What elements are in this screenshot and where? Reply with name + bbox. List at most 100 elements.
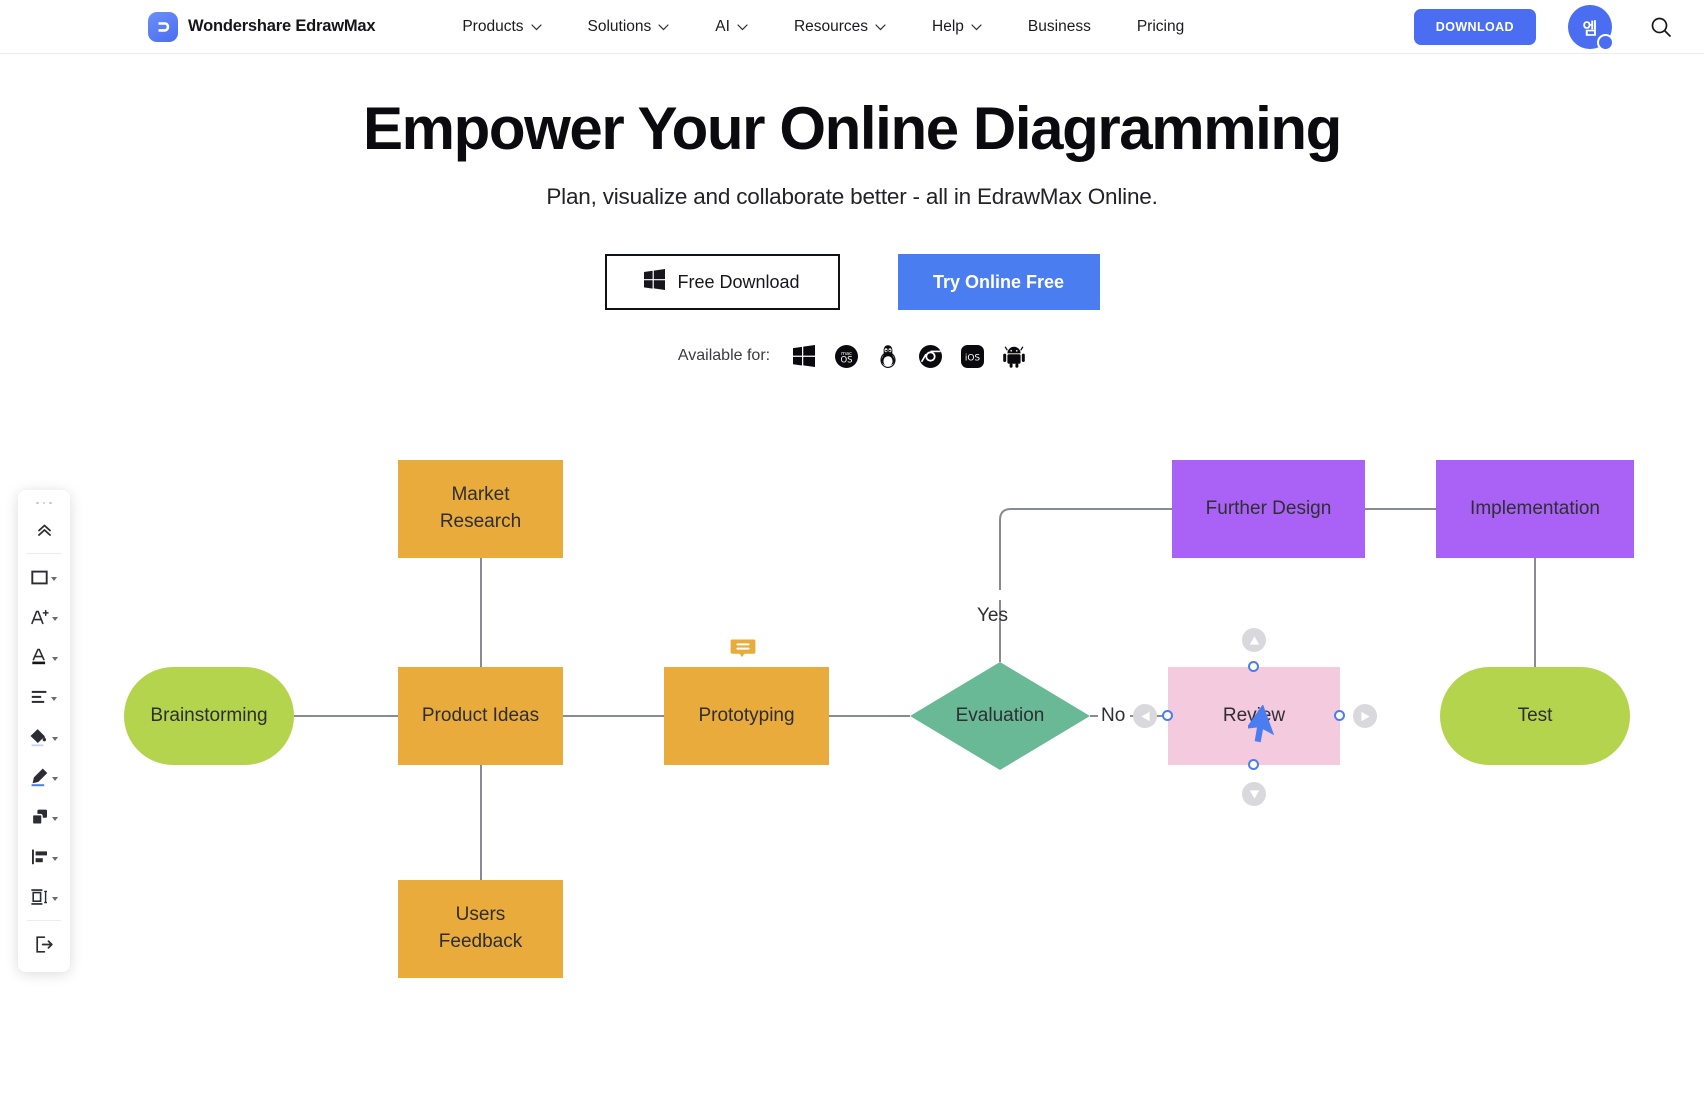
edraw-logo-icon (148, 11, 178, 42)
diagram-node-brainstorming[interactable]: Brainstorming (124, 667, 294, 765)
chevron-down-icon (875, 24, 886, 31)
node-label: Brainstorming (150, 704, 268, 726)
nav-label: Products (462, 17, 524, 35)
floating-format-toolbar[interactable] (18, 490, 70, 972)
nav-label: Help (932, 17, 964, 35)
drag-dot (42, 501, 46, 505)
edge-label-yes: Yes (977, 605, 1008, 626)
chevron-down-icon (658, 24, 669, 31)
diagram-node-users-feedback[interactable]: Users Feedback (398, 880, 563, 978)
linux-icon[interactable] (876, 344, 900, 368)
macos-icon[interactable]: mac OS (834, 344, 858, 368)
chevron-down-icon (51, 657, 58, 661)
free-download-button[interactable]: Free Download (604, 254, 840, 310)
node-label: Review (1222, 704, 1286, 726)
nav-label: Resources (793, 17, 869, 35)
header-actions: DOWNLOAD 엠 (1413, 4, 1674, 51)
selection-handle-bottom[interactable] (1248, 759, 1259, 770)
avatar-status-badge (1597, 33, 1614, 51)
line-style-icon[interactable] (21, 757, 67, 797)
diagram-node-test[interactable]: Test (1440, 667, 1630, 765)
text-align-icon[interactable] (21, 677, 67, 717)
quick-add-arrow-up[interactable] (1242, 628, 1266, 652)
font-color-icon[interactable] (21, 637, 67, 677)
diagram-node-evaluation[interactable]: Evaluation (910, 662, 1090, 770)
quick-add-arrow-right[interactable] (1353, 704, 1377, 728)
chevron-down-icon (51, 577, 57, 581)
toolbar-divider (27, 920, 61, 921)
toolbar-divider (27, 553, 61, 554)
download-button[interactable]: DOWNLOAD (1413, 8, 1536, 45)
node-label: Implementation (1470, 497, 1600, 519)
chevron-down-icon (971, 24, 982, 31)
chevron-down-icon (52, 897, 58, 901)
export-icon[interactable] (21, 924, 67, 964)
quick-add-arrow-down[interactable] (1242, 782, 1266, 806)
fill-color-icon[interactable] (21, 717, 67, 757)
collapse-chevron-up-icon[interactable] (21, 510, 67, 550)
selection-handle-top[interactable] (1248, 661, 1259, 672)
free-download-label: Free Download (677, 271, 800, 292)
ios-icon[interactable]: iOS (960, 344, 984, 368)
nav-label: AI (715, 17, 730, 35)
android-icon[interactable] (1002, 344, 1026, 368)
comment-note-icon[interactable] (730, 638, 756, 659)
selection-handle-left[interactable] (1162, 710, 1173, 721)
try-online-free-button[interactable]: Try Online Free (897, 254, 1100, 310)
main-nav: Products Solutions AI Resources Help Bus… (439, 0, 1207, 54)
chevron-down-icon (52, 737, 58, 741)
node-label: Test (1517, 704, 1553, 726)
node-label: Users Feedback (438, 904, 523, 952)
align-objects-icon[interactable] (21, 837, 67, 877)
available-platforms: Available for: mac OS iOS (0, 344, 1704, 368)
chevron-down-icon (51, 817, 58, 821)
nav-label: Solutions (587, 17, 652, 35)
nav-label: Pricing (1136, 17, 1185, 35)
hero-subtitle: Plan, visualize and collaborate better -… (546, 184, 1158, 209)
node-label: Evaluation (955, 704, 1045, 726)
nav-item-help[interactable]: Help (909, 0, 1005, 54)
spacing-icon[interactable] (21, 877, 67, 917)
chrome-icon[interactable] (918, 344, 942, 368)
nav-item-business[interactable]: Business (1005, 0, 1114, 54)
arrange-layers-icon[interactable] (21, 797, 67, 837)
brand-name: Wondershare EdrawMax (188, 17, 376, 35)
windows-icon[interactable] (792, 344, 816, 368)
diagram-node-product-ideas[interactable]: Product Ideas (398, 667, 563, 765)
site-header: Wondershare EdrawMax Products Solutions … (0, 0, 1704, 54)
search-icon[interactable] (1648, 14, 1674, 40)
node-label: Product Ideas (421, 704, 540, 726)
chevron-down-icon (530, 24, 542, 31)
node-label: Market Research (439, 484, 522, 532)
avatar[interactable]: 엠 (1568, 4, 1614, 51)
chevron-down-icon (52, 777, 58, 781)
diagram-node-implementation[interactable]: Implementation (1436, 460, 1634, 558)
quick-add-arrow-left[interactable] (1133, 704, 1157, 728)
hero-section: Empower Your Online Diagramming Plan, vi… (0, 54, 1704, 368)
diagram-canvas[interactable]: Brainstorming Market Research Product Id… (0, 440, 1704, 1115)
diagram-node-further-design[interactable]: Further Design (1172, 460, 1365, 558)
chevron-down-icon (51, 697, 57, 701)
shape-style-icon[interactable] (21, 557, 67, 597)
chevron-down-icon (51, 617, 58, 621)
nav-item-solutions[interactable]: Solutions (565, 0, 693, 54)
nav-item-products[interactable]: Products (439, 0, 564, 54)
diagram-node-prototyping[interactable]: Prototyping (664, 667, 829, 765)
node-label: Prototyping (698, 704, 795, 726)
page-title: Empower Your Online Diagramming (363, 95, 1342, 162)
diagram-node-review[interactable]: Review (1168, 667, 1340, 765)
diagram-node-market-research[interactable]: Market Research (398, 460, 563, 558)
cta-row: Free Download Try Online Free (0, 254, 1704, 310)
nav-item-resources[interactable]: Resources (771, 0, 909, 54)
drag-dot (49, 501, 52, 505)
nav-item-pricing[interactable]: Pricing (1114, 0, 1207, 54)
chevron-down-icon (51, 857, 58, 861)
toolbar-drag-handle[interactable] (18, 496, 70, 510)
selection-handle-right[interactable] (1334, 710, 1345, 721)
node-label: Further Design (1205, 497, 1332, 519)
font-size-icon[interactable] (21, 597, 67, 637)
nav-item-ai[interactable]: AI (692, 0, 771, 54)
edge-label-no: No (1098, 705, 1129, 727)
brand-logo-link[interactable]: Wondershare EdrawMax (148, 11, 376, 42)
svg-text:OS: OS (840, 355, 852, 365)
